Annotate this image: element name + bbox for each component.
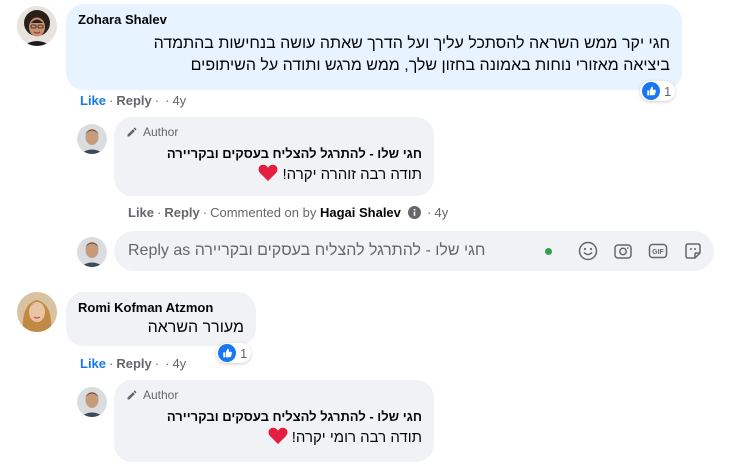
comment-author-name[interactable]: Zohara Shalev [78,12,670,27]
reply-input-placeholder[interactable]: Reply as חגי שלו - להתרגל להצליח בעסקים … [128,242,545,260]
comment-timestamp[interactable]: 4y [172,93,186,108]
like-button[interactable]: Like [80,356,106,371]
reply-bubble-2: Author חגי שלו - להתרגל להצליח בעסקים וב… [114,380,434,462]
comment-text: מעורר השראה [147,319,244,336]
comment-bubble-zohara: Zohara Shalev חגי יקר ממש השראה להסתכל ע… [66,4,682,90]
heart-icon [268,427,287,444]
reply-button[interactable]: Reply [116,356,151,371]
commented-by-name[interactable]: Hagai Shalev [320,205,401,220]
comment-text-line-1: חגי יקר ממש השראה להסתכל עליך ועל הדרך ש… [153,35,670,52]
comment-actions-romi: Like · Reply · · 4y [80,356,187,371]
pencil-icon [127,127,137,137]
reply-text: תודה רבה רומי יקרה! [126,427,422,448]
commented-on-by: Commented on by [210,205,317,220]
comment-text-line-2: ביציאה מאזורי נוחות באמונה בחזון שלך, ממ… [190,57,670,74]
gif-icon[interactable]: GIF [647,240,669,262]
emoji-icon[interactable] [577,240,599,262]
author-badge-label: Author [143,388,179,402]
avatar-zohara[interactable] [17,6,57,46]
author-badge: Author [126,388,422,402]
pencil-icon [127,390,137,400]
avatar-hagai-2[interactable] [77,387,107,417]
comment-bubble-romi: Romi Kofman Atzmon מעורר השראה [66,292,256,346]
author-badge: Author [126,125,422,139]
like-icon [642,82,660,100]
comment-author-name[interactable]: Romi Kofman Atzmon [78,300,244,315]
sticker-icon[interactable] [682,240,704,262]
info-icon[interactable] [407,206,421,219]
camera-icon[interactable] [612,240,634,262]
comment-timestamp[interactable]: 4y [172,356,186,371]
reply-page-name[interactable]: חגי שלו - להתרגל להצליח בעסקים ובקריירה [126,146,422,161]
reply-button[interactable]: Reply [116,93,151,108]
comment-actions-zohara: Like · Reply · · 4y [80,93,187,108]
svg-text:GIF: GIF [652,249,664,256]
reply-actions-1: Like · Reply · Commented on by Hagai Shalev … [128,205,449,220]
avatar-romi[interactable] [17,292,57,332]
reply-timestamp[interactable]: 4y [435,205,449,220]
reaction-count: 1 [240,345,248,361]
like-button[interactable]: Like [128,205,154,220]
reply-page-name[interactable]: חגי שלו - להתרגל להצליח בעסקים ובקריירה [126,409,422,424]
online-status-dot [545,247,552,255]
avatar-hagai[interactable] [77,124,107,154]
reaction-count-badge[interactable]: 1 [640,81,676,101]
heart-icon [258,164,278,181]
reply-text: תודה רבה זוהרה יקרה! [126,164,422,185]
avatar-hagai-input [77,237,107,267]
author-badge-label: Author [143,125,179,139]
reply-bubble-1: Author חגי שלו - להתרגל להצליח בעסקים וב… [114,117,434,196]
reaction-count-badge[interactable]: 1 [216,343,252,363]
reaction-count: 1 [664,83,672,99]
reply-input[interactable]: Reply as חגי שלו - להתרגל להצליח בעסקים … [114,231,714,271]
reply-button[interactable]: Reply [164,205,199,220]
like-icon [218,344,236,362]
like-button[interactable]: Like [80,93,106,108]
